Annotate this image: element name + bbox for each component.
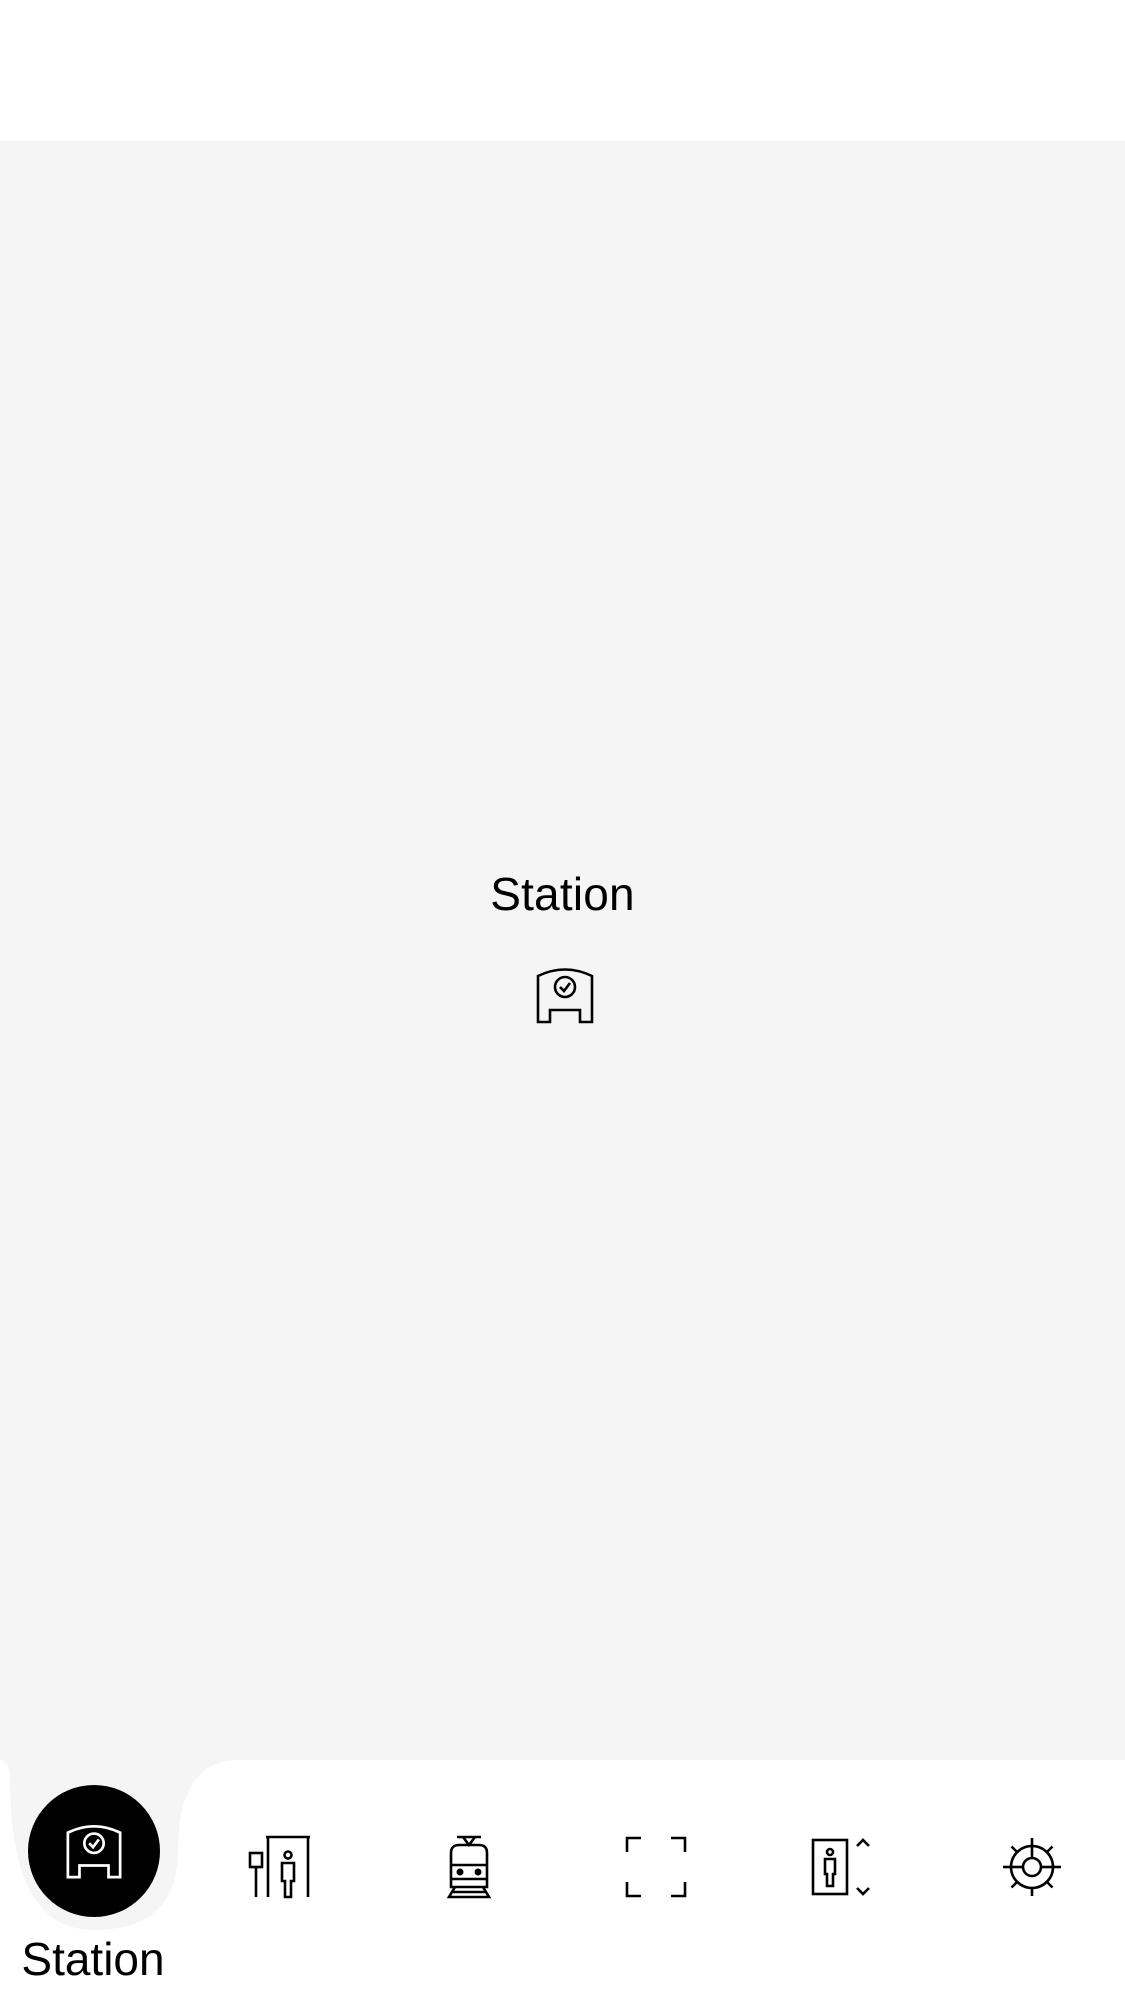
main-content: Station	[0, 141, 1125, 1760]
page-title: Station	[490, 868, 635, 920]
tab-station[interactable]	[28, 1785, 160, 1917]
tab-elevator[interactable]	[787, 1812, 897, 1922]
tab-settings[interactable]	[977, 1812, 1087, 1922]
tab-train[interactable]	[414, 1812, 524, 1922]
settings-wheel-icon	[1003, 1838, 1061, 1896]
platform-person-icon	[248, 1835, 310, 1899]
tab-scan[interactable]	[601, 1812, 711, 1922]
tab-active-label: Station	[21, 1933, 165, 1985]
tab-platform[interactable]	[225, 1812, 335, 1922]
station-icon	[66, 1824, 122, 1879]
status-bar-area	[0, 0, 1125, 141]
elevator-icon	[811, 1838, 870, 1896]
scan-frame-icon	[625, 1836, 687, 1898]
bottom-tab-bar: Station	[0, 1760, 1125, 2001]
station-icon	[534, 964, 596, 1026]
train-icon	[446, 1835, 492, 1899]
